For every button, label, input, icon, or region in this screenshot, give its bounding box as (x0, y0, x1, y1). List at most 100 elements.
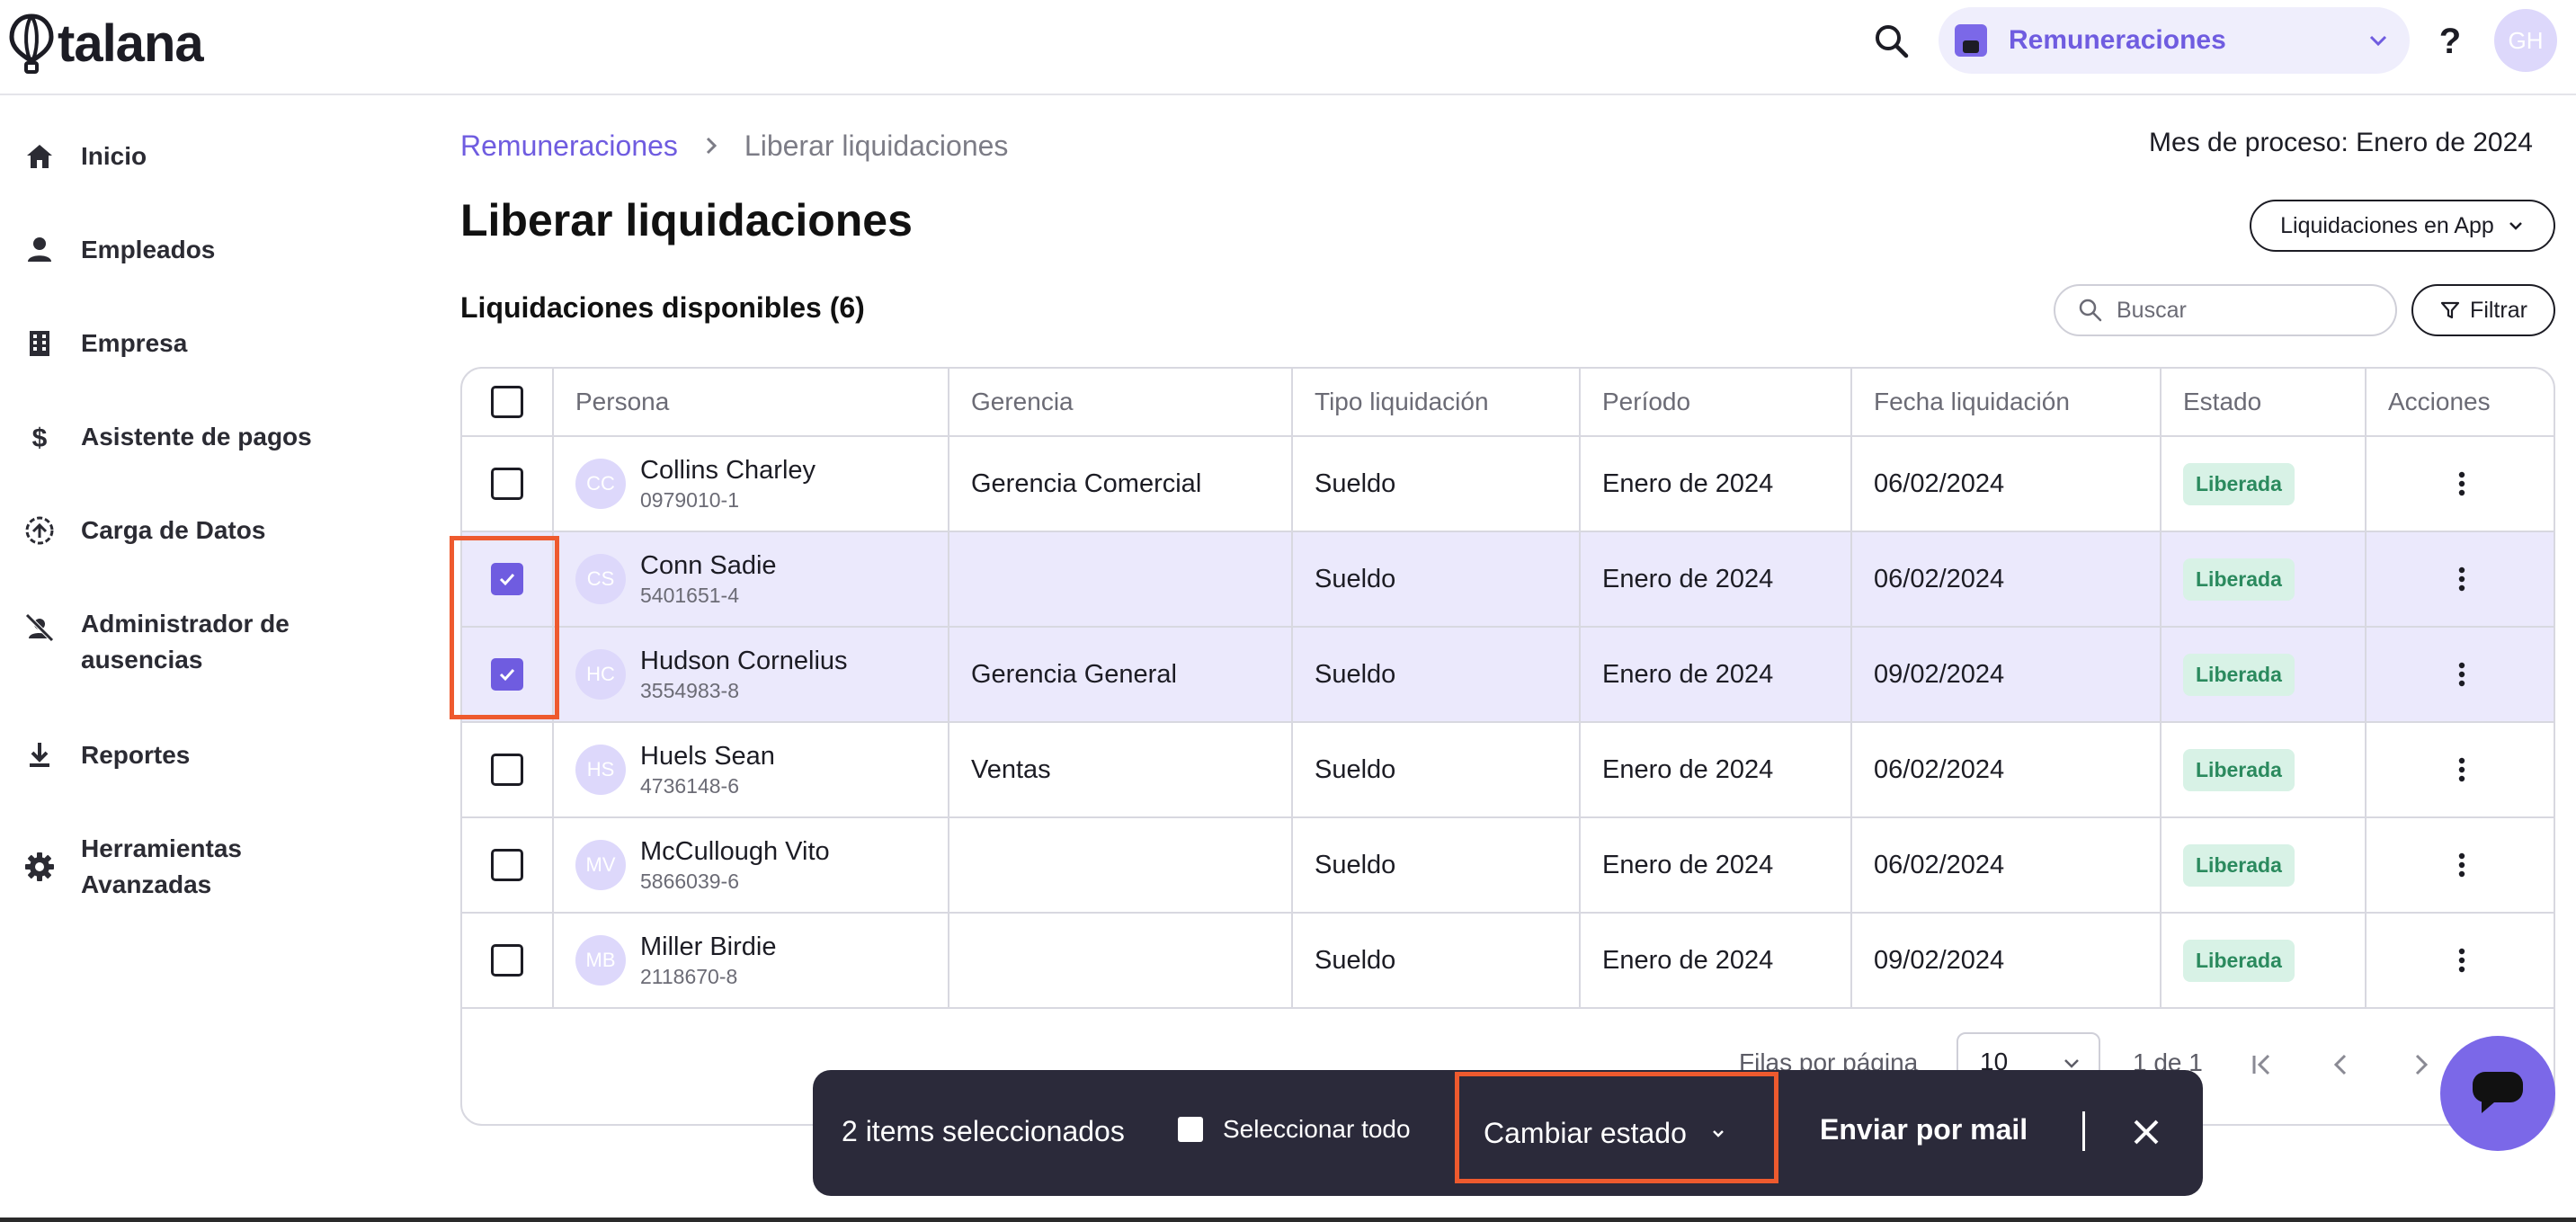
help-button[interactable]: ? (2429, 13, 2471, 70)
avatar: HC (575, 649, 626, 700)
status-badge: Liberada (2183, 462, 2295, 505)
sidebar-item-ausencias[interactable]: Administrador de ausencias (22, 606, 369, 678)
person-cell: CS Conn Sadie 5401651-4 (554, 532, 949, 626)
more-vertical-icon[interactable] (2444, 561, 2480, 597)
sidebar-item-inicio[interactable]: Inicio (22, 138, 369, 174)
avatar: CC (575, 459, 626, 509)
table-row[interactable]: MV McCullough Vito 5866039-6 Sueldo Ener… (462, 818, 2554, 914)
talana-logo[interactable]: talana (7, 13, 204, 76)
more-vertical-icon[interactable] (2444, 656, 2480, 692)
tipo-cell: Sueldo (1293, 628, 1581, 721)
table-row[interactable]: HC Hudson Cornelius 3554983-8 Gerencia G… (462, 628, 2554, 723)
send-mail-button[interactable]: Enviar por mail (1820, 1113, 2028, 1146)
select-all-box[interactable] (1178, 1117, 1203, 1142)
sidebar-item-empleados[interactable]: Empleados (22, 232, 369, 268)
person-name[interactable]: Collins Charley (640, 454, 816, 486)
column-header-tipo[interactable]: Tipo liquidación (1293, 369, 1581, 435)
row-checkbox[interactable] (491, 849, 523, 881)
person-name[interactable]: Conn Sadie (640, 549, 777, 582)
search-input[interactable] (2117, 297, 2377, 324)
fecha-cell: 09/02/2024 (1852, 914, 2162, 1007)
sidebar-item-reportes[interactable]: Reportes (22, 737, 369, 773)
row-checkbox[interactable] (491, 944, 523, 977)
more-vertical-icon[interactable] (2444, 942, 2480, 978)
previous-page-icon[interactable] (2323, 1047, 2359, 1083)
sidebar-item-herramientas[interactable]: Herramientas Avanzadas (22, 831, 369, 903)
search-field[interactable] (2054, 284, 2397, 336)
breadcrumb-current: Liberar liquidaciones (744, 129, 1009, 162)
select-all-label: Seleccionar todo (1223, 1115, 1411, 1143)
acciones-cell (2367, 532, 2554, 626)
periodo-cell: Enero de 2024 (1581, 437, 1852, 531)
tipo-cell: Sueldo (1293, 723, 1581, 816)
chevron-down-icon (2369, 35, 2387, 47)
user-avatar[interactable]: GH (2494, 9, 2557, 72)
person-info: McCullough Vito 5866039-6 (640, 835, 830, 895)
dollar-icon: $ (32, 424, 48, 453)
module-selector[interactable]: Remuneraciones (1939, 7, 2410, 74)
person-name[interactable]: Hudson Cornelius (640, 645, 848, 677)
column-header-estado[interactable]: Estado (2162, 369, 2367, 435)
person-info: Collins Charley 0979010-1 (640, 454, 816, 513)
sidebar-item-asistente-pagos[interactable]: $ Asistente de pagos (22, 419, 369, 455)
person-info: Conn Sadie 5401651-4 (640, 549, 777, 609)
column-header-persona[interactable]: Persona (554, 369, 949, 435)
gerencia-cell: Ventas (949, 723, 1293, 816)
person-name[interactable]: McCullough Vito (640, 835, 830, 868)
select-all-toggle[interactable]: Seleccionar todo (1178, 1115, 1411, 1144)
person-name[interactable]: Huels Sean (640, 740, 775, 772)
column-header-gerencia[interactable]: Gerencia (949, 369, 1293, 435)
person-name[interactable]: Miller Birdie (640, 931, 776, 963)
home-icon (27, 145, 52, 168)
sidebar-item-label: Inicio (81, 142, 147, 170)
person-id: 2118670-8 (640, 965, 738, 988)
sidebar-item-empresa[interactable]: Empresa (22, 326, 369, 361)
tipo-cell: Sueldo (1293, 818, 1581, 912)
upload-icon (25, 516, 54, 545)
tipo-cell: Sueldo (1293, 437, 1581, 531)
person-cell: CC Collins Charley 0979010-1 (554, 437, 949, 531)
avatar: CS (575, 554, 626, 604)
close-icon[interactable] (2126, 1111, 2167, 1153)
row-checkbox[interactable] (491, 754, 523, 786)
chevron-right-icon (706, 137, 718, 155)
select-all-checkbox[interactable] (491, 386, 523, 418)
row-check-cell (462, 723, 554, 816)
module-icon (1955, 24, 1987, 57)
more-vertical-icon[interactable] (2444, 752, 2480, 788)
table-row[interactable]: CS Conn Sadie 5401651-4 Sueldo Enero de … (462, 532, 2554, 628)
person-cell: MV McCullough Vito 5866039-6 (554, 818, 949, 912)
person-id: 3554983-8 (640, 679, 739, 702)
column-header-periodo[interactable]: Período (1581, 369, 1852, 435)
top-bar: talana Remuneraciones ? GH (0, 0, 2576, 95)
breadcrumb-parent-link[interactable]: Remuneraciones (460, 129, 678, 163)
row-checkbox[interactable] (491, 468, 523, 500)
status-badge: Liberada (2183, 557, 2295, 601)
periodo-cell: Enero de 2024 (1581, 818, 1852, 912)
sidebar: Inicio Empleados Empresa $ Asistente de … (0, 97, 423, 1222)
sidebar-item-label: Empresa (81, 329, 188, 357)
column-header-fecha[interactable]: Fecha liquidación (1852, 369, 2162, 435)
more-vertical-icon[interactable] (2444, 466, 2480, 502)
person-info: Hudson Cornelius 3554983-8 (640, 645, 848, 704)
filter-button[interactable]: Filtrar (2411, 284, 2555, 336)
bottom-edge (0, 1218, 2576, 1222)
next-page-icon[interactable] (2402, 1047, 2438, 1083)
divider (2082, 1111, 2085, 1151)
table-row[interactable]: MB Miller Birdie 2118670-8 Sueldo Enero … (462, 914, 2554, 1009)
acciones-cell (2367, 628, 2554, 721)
filter-label: Filtrar (2470, 297, 2527, 323)
liquidaciones-app-button[interactable]: Liquidaciones en App (2250, 200, 2555, 252)
chat-button[interactable] (2440, 1036, 2555, 1151)
highlight-selected-checkboxes (450, 536, 559, 719)
sidebar-item-label: Herramientas Avanzadas (81, 834, 242, 898)
table-row[interactable]: CC Collins Charley 0979010-1 Gerencia Co… (462, 437, 2554, 532)
first-page-icon[interactable] (2244, 1047, 2280, 1083)
person-info: Miller Birdie 2118670-8 (640, 931, 776, 990)
person-cell: HC Hudson Cornelius 3554983-8 (554, 628, 949, 721)
sidebar-item-carga-datos[interactable]: Carga de Datos (22, 513, 369, 549)
table-row[interactable]: HS Huels Sean 4736148-6 Ventas Sueldo En… (462, 723, 2554, 818)
search-icon (2079, 299, 2102, 322)
more-vertical-icon[interactable] (2444, 847, 2480, 883)
search-icon[interactable] (1872, 22, 1912, 61)
